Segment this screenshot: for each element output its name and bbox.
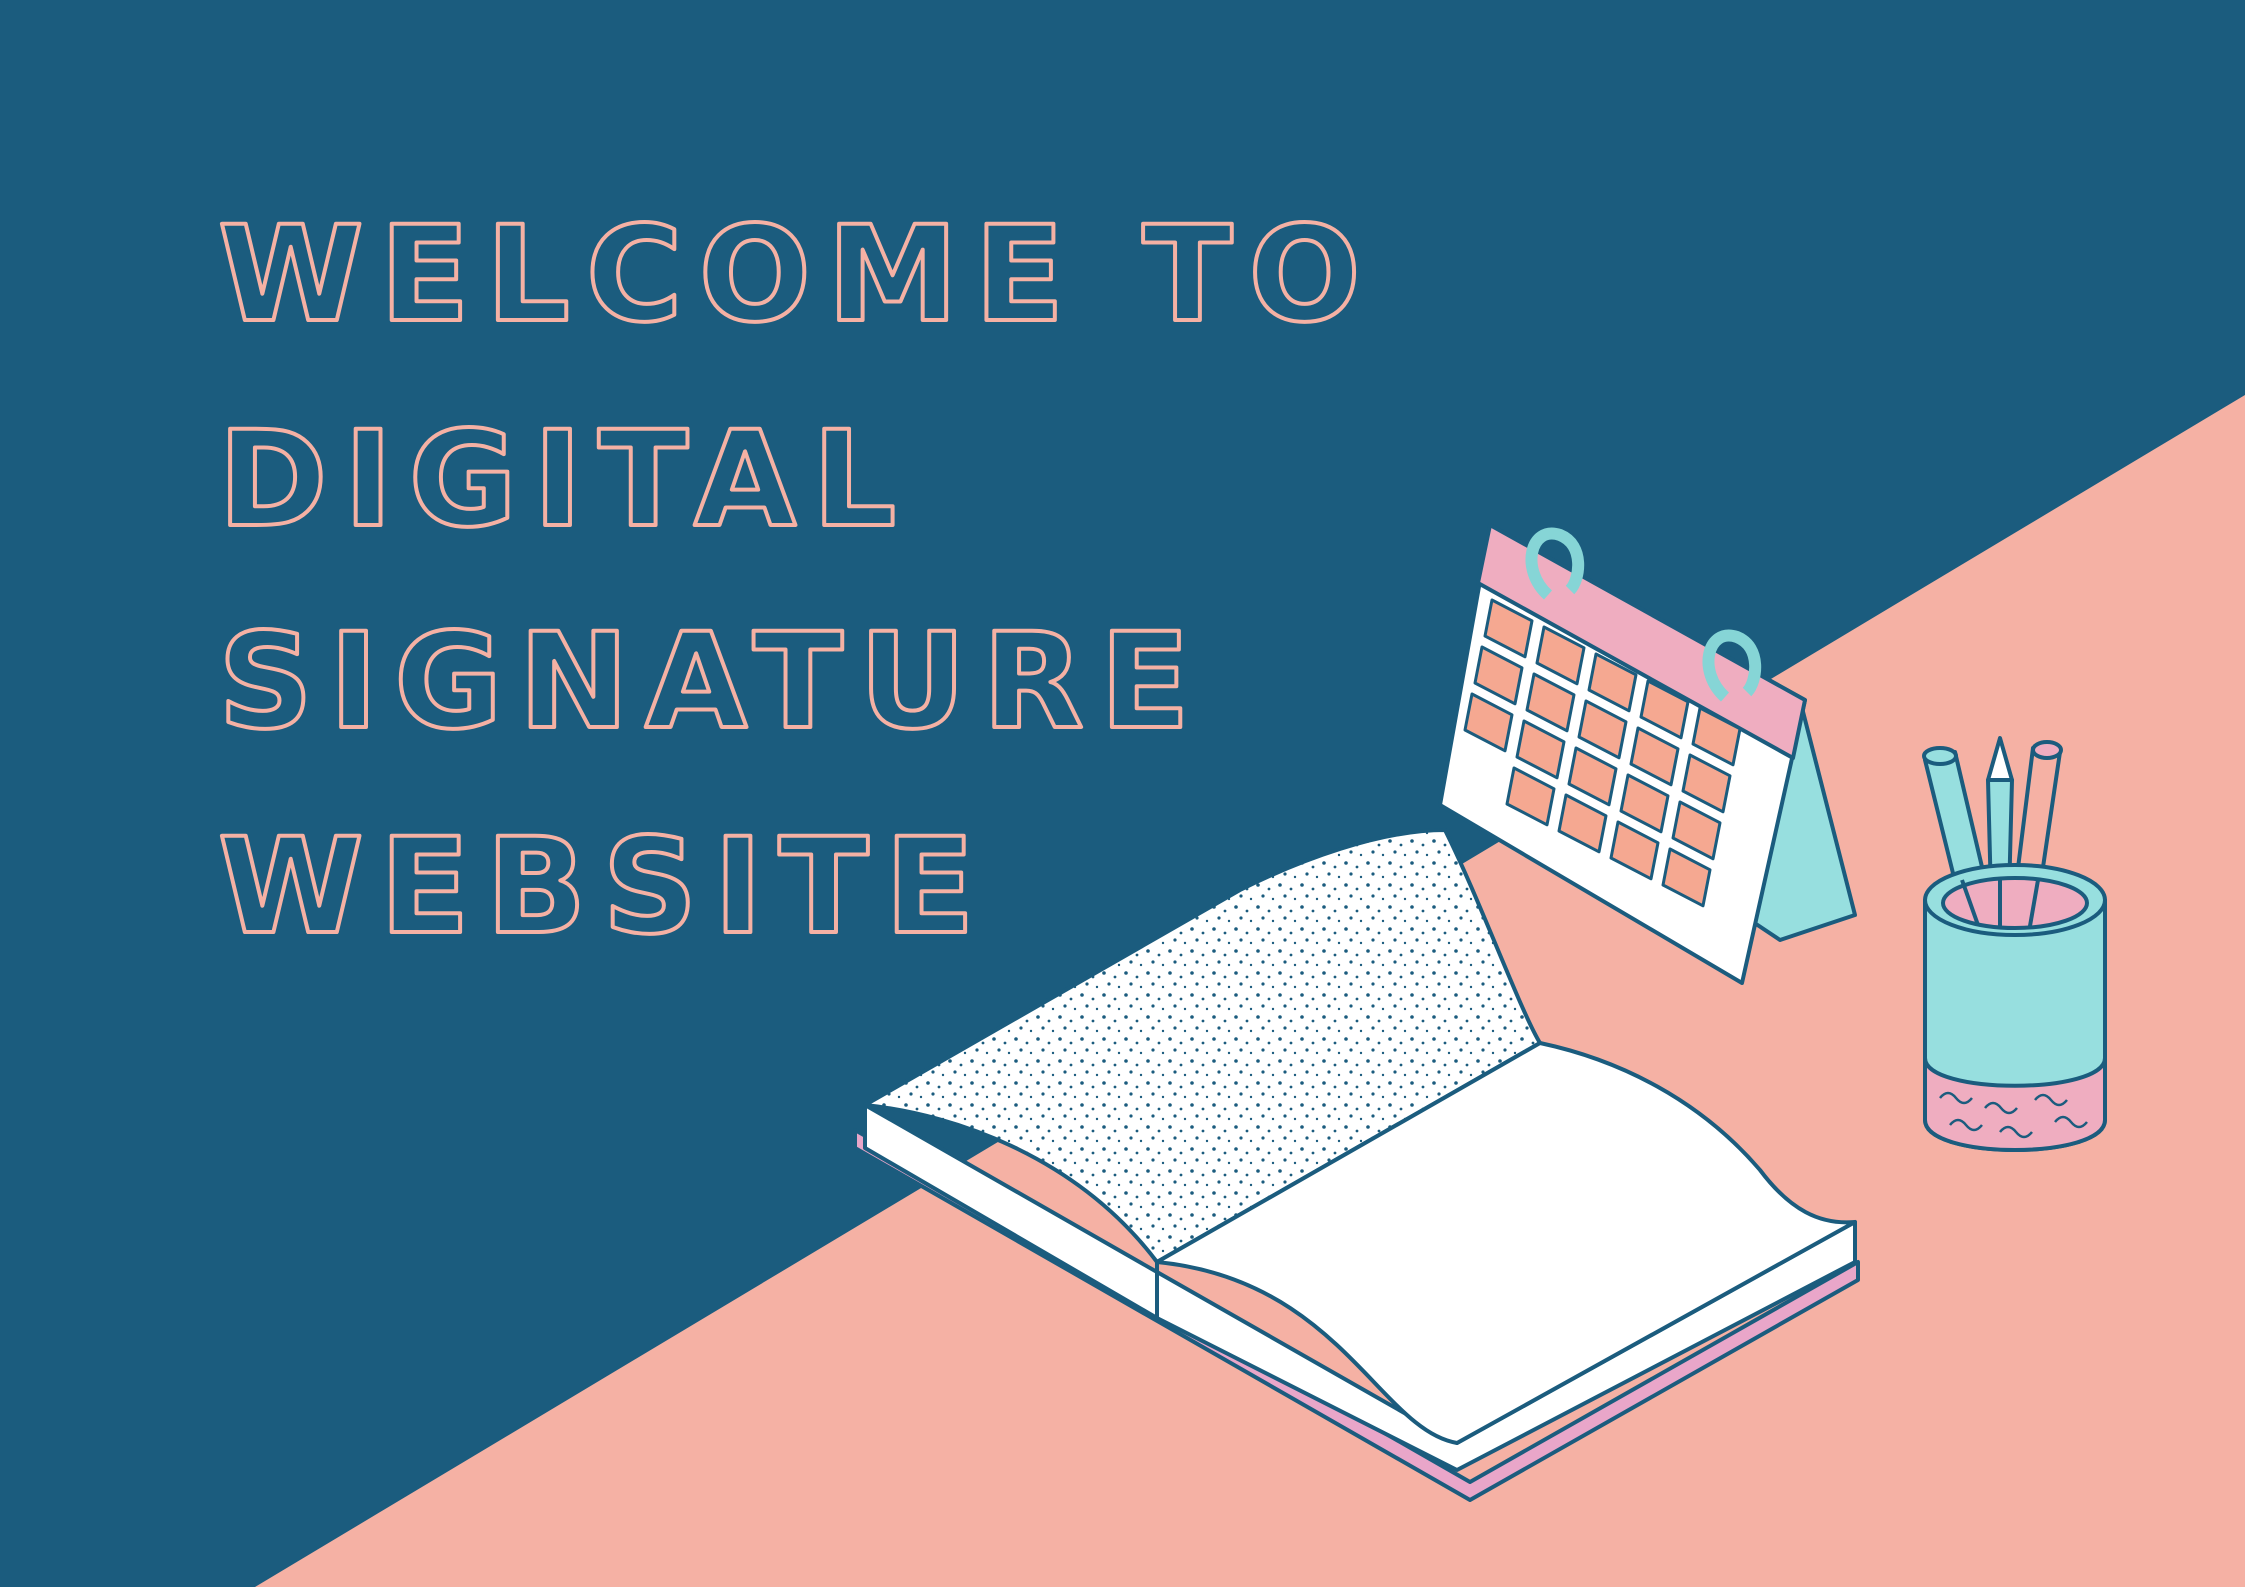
pencil-right-cap bbox=[2031, 740, 2063, 760]
headline-line-1: WELCOME TO bbox=[218, 198, 1377, 352]
landing-page: WELCOME TO DIGITAL SIGNATURE WEBSITE bbox=[0, 0, 2245, 1587]
headline-line-4: WEBSITE bbox=[218, 810, 991, 964]
pencil-left-cap bbox=[1922, 746, 1958, 766]
headline-line-3: SIGNATURE bbox=[218, 605, 1206, 759]
scene: WELCOME TO DIGITAL SIGNATURE WEBSITE bbox=[0, 0, 2245, 1587]
headline-line-2: DIGITAL bbox=[218, 403, 912, 557]
